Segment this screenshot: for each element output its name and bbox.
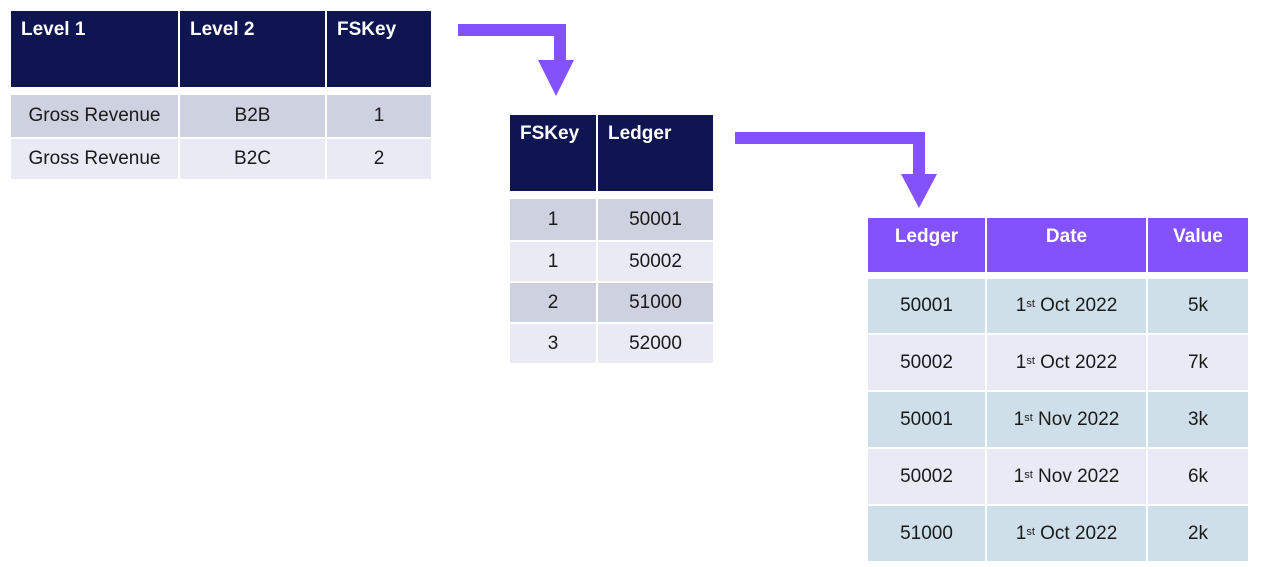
header-fskey: FSKey bbox=[510, 115, 596, 191]
cell-fskey: 2 bbox=[327, 139, 431, 179]
cell-ledger: 50001 bbox=[868, 392, 985, 447]
header-separator bbox=[510, 193, 713, 197]
cell-fskey: 1 bbox=[510, 242, 596, 281]
date-month-year: Nov 2022 bbox=[1038, 465, 1120, 487]
date-day: 1 bbox=[1013, 465, 1025, 487]
cell-value: 6k bbox=[1148, 449, 1248, 504]
date-day: 1 bbox=[1015, 522, 1027, 544]
cell-date: 1st Oct 2022 bbox=[987, 335, 1146, 390]
elbow-arrow-down-icon bbox=[458, 24, 574, 96]
cell-fskey: 1 bbox=[327, 95, 431, 137]
date-month-year: Oct 2022 bbox=[1040, 295, 1118, 316]
date-month-year: Nov 2022 bbox=[1038, 408, 1120, 430]
cell-ledger: 50001 bbox=[868, 279, 985, 333]
cell-ledger: 50001 bbox=[598, 199, 713, 240]
header-ledger: Ledger bbox=[598, 115, 713, 191]
date-suffix: st bbox=[1024, 411, 1033, 424]
cell-fskey: 1 bbox=[510, 199, 596, 240]
cell-ledger: 50002 bbox=[868, 335, 985, 390]
cell-ledger: 50002 bbox=[598, 242, 713, 281]
cell-ledger: 51000 bbox=[868, 506, 985, 561]
cell-fskey: 2 bbox=[510, 283, 596, 322]
cell-level-2: B2C bbox=[180, 139, 325, 179]
cell-ledger: 52000 bbox=[598, 324, 713, 363]
header-fskey: FSKey bbox=[327, 11, 431, 87]
date-suffix: st bbox=[1026, 298, 1035, 310]
date-month-year: Oct 2022 bbox=[1040, 351, 1118, 373]
fskey-ledger-table: FSKey Ledger 1 50001 1 50002 2 51000 3 5… bbox=[510, 115, 713, 363]
header-level-1: Level 1 bbox=[11, 11, 178, 87]
cell-ledger: 51000 bbox=[598, 283, 713, 322]
date-day: 1 bbox=[1013, 408, 1025, 430]
elbow-arrow-down-icon bbox=[735, 132, 937, 208]
date-day: 1 bbox=[1015, 351, 1027, 373]
date-suffix: st bbox=[1026, 354, 1035, 367]
cell-value: 2k bbox=[1148, 506, 1248, 561]
date-suffix: st bbox=[1026, 525, 1035, 538]
header-date: Date bbox=[987, 218, 1146, 272]
ledger-values-table: Ledger Date Value 50001 1st Oct 2022 5k … bbox=[868, 218, 1248, 561]
cell-level-1: Gross Revenue bbox=[11, 95, 178, 137]
header-value: Value bbox=[1148, 218, 1248, 272]
cell-fskey: 3 bbox=[510, 324, 596, 363]
cell-value: 3k bbox=[1148, 392, 1248, 447]
header-ledger: Ledger bbox=[868, 218, 985, 272]
cell-value: 5k bbox=[1148, 279, 1248, 333]
cell-date: 1st Oct 2022 bbox=[987, 279, 1146, 333]
level-mapping-table: Level 1 Level 2 FSKey Gross Revenue B2B … bbox=[11, 11, 431, 179]
cell-date: 1st Oct 2022 bbox=[987, 506, 1146, 561]
header-separator bbox=[868, 274, 1248, 277]
cell-date: 1st Nov 2022 bbox=[987, 392, 1146, 447]
header-separator bbox=[11, 89, 431, 93]
date-suffix: st bbox=[1024, 468, 1033, 481]
cell-value: 7k bbox=[1148, 335, 1248, 390]
cell-level-2: B2B bbox=[180, 95, 325, 137]
date-month-year: Oct 2022 bbox=[1040, 522, 1118, 544]
date-day: 1 bbox=[1015, 295, 1027, 316]
cell-ledger: 50002 bbox=[868, 449, 985, 504]
cell-level-1: Gross Revenue bbox=[11, 139, 178, 179]
cell-date: 1st Nov 2022 bbox=[987, 449, 1146, 504]
header-level-2: Level 2 bbox=[180, 11, 325, 87]
